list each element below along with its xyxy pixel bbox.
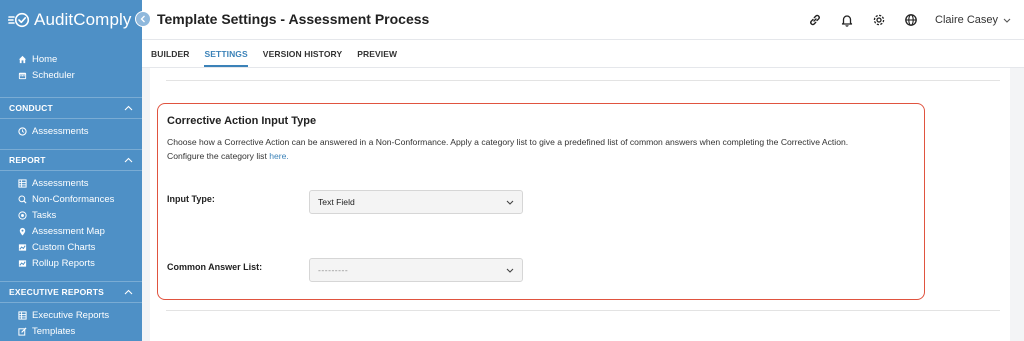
section-title: REPORT bbox=[9, 155, 46, 165]
calendar-icon bbox=[17, 71, 27, 80]
sidebar-item-label: Non-Conformances bbox=[32, 193, 115, 205]
common-answer-list-select[interactable]: --------- bbox=[309, 258, 523, 282]
gear-icon[interactable] bbox=[863, 13, 895, 27]
tab-version-history[interactable]: VERSION HISTORY bbox=[263, 49, 342, 67]
settings-panel: Corrective Action Input Type Choose how … bbox=[150, 68, 1010, 341]
description-line-1: Choose how a Corrective Action can be an… bbox=[167, 137, 849, 147]
clock-icon bbox=[17, 126, 27, 136]
common-answer-list-value: --------- bbox=[318, 265, 349, 275]
tasks-icon bbox=[17, 210, 27, 220]
user-menu[interactable]: Claire Casey bbox=[935, 14, 1011, 26]
tab-settings[interactable]: SETTINGS bbox=[204, 49, 248, 67]
user-name: Claire Casey bbox=[935, 14, 998, 26]
sidebar-item-non-conformances[interactable]: Non-Conformances bbox=[0, 191, 142, 207]
conduct-nav: Assessments bbox=[0, 123, 142, 139]
tab-builder[interactable]: BUILDER bbox=[151, 49, 189, 67]
chevron-up-icon bbox=[124, 103, 133, 113]
input-type-select[interactable]: Text Field bbox=[309, 190, 523, 214]
bell-icon[interactable] bbox=[831, 13, 863, 27]
card-description: Choose how a Corrective Action can be an… bbox=[167, 135, 917, 163]
section-header-conduct[interactable]: CONDUCT bbox=[0, 97, 142, 119]
section-header-executive-reports[interactable]: EXECUTIVE REPORTS bbox=[0, 281, 142, 303]
tab-bar: BUILDER SETTINGS VERSION HISTORY PREVIEW bbox=[142, 40, 1024, 68]
sidebar-top-nav: Home Scheduler bbox=[0, 51, 142, 83]
description-line-2: Configure the category list here. bbox=[167, 149, 917, 163]
report-nav: Assessments Non-Conformances Tasks Asses… bbox=[0, 175, 142, 271]
sidebar-item-assessment-map[interactable]: Assessment Map bbox=[0, 223, 142, 239]
sidebar-item-label: Custom Charts bbox=[32, 241, 96, 253]
home-icon bbox=[17, 55, 27, 64]
sidebar-item-report-assessments[interactable]: Assessments bbox=[0, 175, 142, 191]
chevron-down-icon bbox=[506, 265, 514, 275]
sidebar-item-label: Templates bbox=[32, 325, 76, 337]
corrective-action-input-type-card: Corrective Action Input Type Choose how … bbox=[157, 103, 925, 300]
sidebar-item-label: Tasks bbox=[32, 209, 57, 221]
sidebar-item-rollup-reports[interactable]: Rollup Reports bbox=[0, 255, 142, 271]
section-header-report[interactable]: REPORT bbox=[0, 149, 142, 171]
input-type-value: Text Field bbox=[318, 197, 355, 207]
table-icon bbox=[17, 178, 27, 188]
link-icon[interactable] bbox=[799, 13, 831, 27]
app-name: AuditComply bbox=[34, 10, 132, 29]
sidebar-item-templates[interactable]: Templates bbox=[0, 323, 142, 339]
section-title: EXECUTIVE REPORTS bbox=[9, 287, 105, 297]
edit-icon bbox=[17, 326, 27, 336]
common-answer-list-label: Common Answer List: bbox=[167, 262, 263, 272]
main-content: Corrective Action Input Type Choose how … bbox=[142, 68, 1024, 341]
sidebar-item-custom-charts[interactable]: Custom Charts bbox=[0, 239, 142, 255]
sidebar-item-scheduler[interactable]: Scheduler bbox=[0, 67, 142, 83]
section-title: CONDUCT bbox=[9, 103, 53, 113]
chevron-down-icon bbox=[1003, 16, 1011, 25]
sidebar: AuditComply Home Scheduler CONDUCT Asses… bbox=[0, 0, 142, 341]
divider bbox=[166, 80, 1000, 81]
page-title: Template Settings - Assessment Process bbox=[157, 11, 430, 27]
chart-icon bbox=[17, 243, 27, 252]
sidebar-item-executive-reports[interactable]: Executive Reports bbox=[0, 307, 142, 323]
sidebar-item-conduct-assessments[interactable]: Assessments bbox=[0, 123, 142, 139]
sidebar-item-label: Assessments bbox=[32, 177, 89, 189]
description-line-2-text: Configure the category list bbox=[167, 151, 270, 161]
sidebar-item-label: Rollup Reports bbox=[32, 257, 95, 269]
input-type-label: Input Type: bbox=[167, 194, 215, 204]
tab-preview[interactable]: PREVIEW bbox=[357, 49, 397, 67]
sidebar-item-label: Scheduler bbox=[32, 69, 75, 81]
chevron-down-icon bbox=[506, 197, 514, 207]
chevron-up-icon bbox=[124, 155, 133, 165]
card-title: Corrective Action Input Type bbox=[167, 115, 317, 127]
sidebar-item-home[interactable]: Home bbox=[0, 51, 142, 67]
map-pin-icon bbox=[17, 227, 27, 236]
sidebar-item-label: Assessment Map bbox=[32, 225, 105, 237]
chart-icon bbox=[17, 259, 27, 268]
configure-category-list-link[interactable]: here. bbox=[269, 151, 289, 161]
chevron-up-icon bbox=[124, 287, 133, 297]
chevron-left-icon bbox=[140, 15, 145, 23]
sidebar-item-tasks[interactable]: Tasks bbox=[0, 207, 142, 223]
top-bar: Template Settings - Assessment Process C… bbox=[142, 0, 1024, 40]
sidebar-item-label: Home bbox=[32, 53, 58, 65]
top-actions: Claire Casey bbox=[799, 0, 1024, 40]
globe-icon[interactable] bbox=[895, 13, 927, 27]
sidebar-item-label: Assessments bbox=[32, 125, 89, 137]
sidebar-item-label: Executive Reports bbox=[32, 309, 110, 321]
executive-nav: Executive Reports Templates bbox=[0, 307, 142, 339]
table-icon bbox=[17, 310, 27, 320]
search-alert-icon bbox=[17, 194, 27, 204]
brand[interactable]: AuditComply bbox=[0, 0, 142, 40]
auditcomply-logo-icon bbox=[8, 12, 30, 28]
divider bbox=[166, 310, 1000, 311]
sidebar-collapse-button[interactable] bbox=[135, 11, 151, 27]
